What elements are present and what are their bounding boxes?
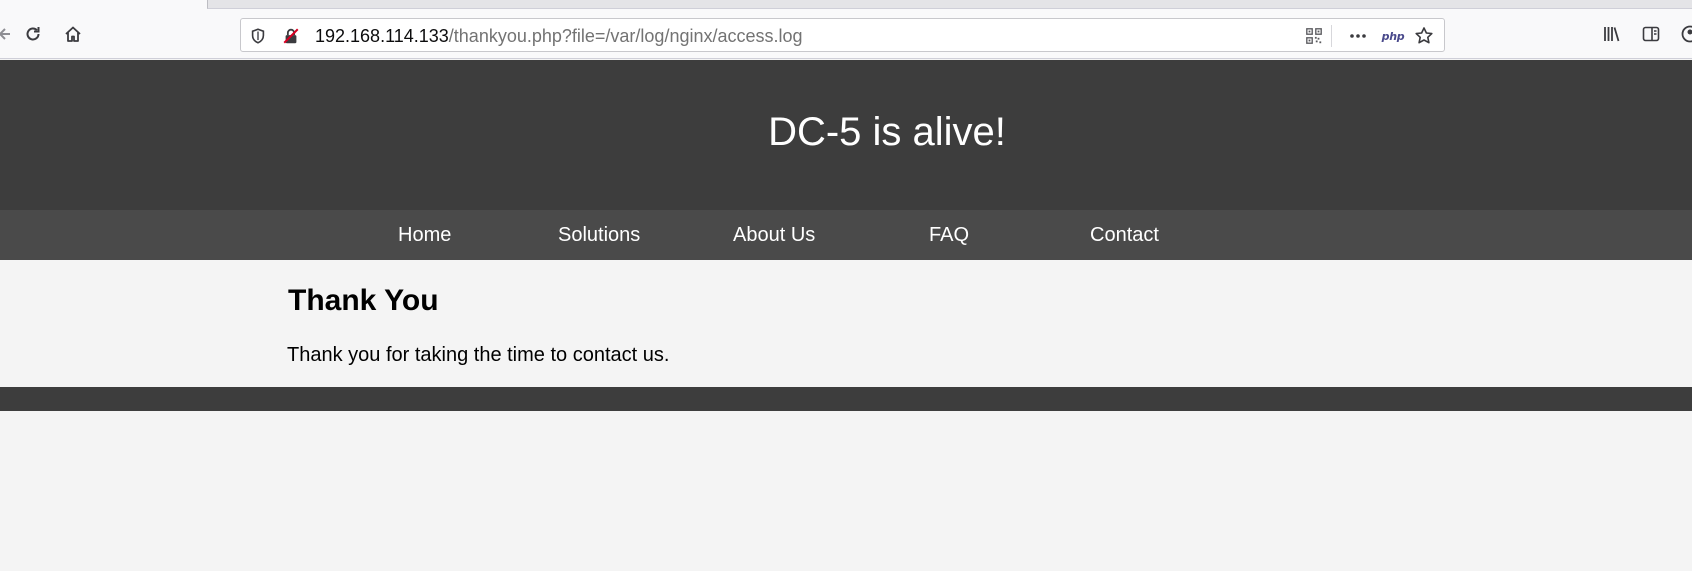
url-path: /thankyou.php?file=/var/log/nginx/access… bbox=[448, 26, 803, 46]
php-extension-icon[interactable]: php bbox=[1381, 26, 1405, 46]
page-heading: Thank You bbox=[288, 284, 439, 317]
qr-code-icon[interactable] bbox=[1304, 26, 1324, 46]
main-content: Thank You Thank you for taking the time … bbox=[0, 260, 1692, 387]
tab-strip bbox=[207, 0, 1692, 9]
php-badge-text: php bbox=[1381, 29, 1405, 43]
url-divider bbox=[1331, 25, 1332, 47]
back-arrow-icon[interactable] bbox=[0, 20, 20, 48]
home-icon[interactable] bbox=[59, 20, 87, 48]
site-navigation: Home Solutions About Us FAQ Contact bbox=[0, 210, 1692, 260]
reload-icon[interactable] bbox=[19, 20, 47, 48]
nav-link-solutions[interactable]: Solutions bbox=[558, 224, 640, 247]
library-icon[interactable] bbox=[1598, 20, 1626, 48]
tracking-protection-shield-icon[interactable] bbox=[248, 26, 268, 46]
site-footer bbox=[0, 387, 1692, 411]
more-actions-icon[interactable] bbox=[1348, 26, 1368, 46]
site-header: DC-5 is alive! bbox=[0, 60, 1692, 210]
nav-link-about-us[interactable]: About Us bbox=[733, 224, 815, 247]
star-icon[interactable] bbox=[1414, 26, 1434, 46]
nav-link-home[interactable]: Home bbox=[398, 224, 451, 247]
insecure-connection-icon[interactable] bbox=[281, 26, 301, 46]
browser-toolbar: 192.168.114.133/thankyou.php?file=/var/l… bbox=[0, 0, 1692, 59]
thank-you-message: Thank you for taking the time to contact… bbox=[287, 344, 670, 366]
url-host: 192.168.114.133 bbox=[315, 26, 449, 46]
address-bar[interactable]: 192.168.114.133/thankyou.php?file=/var/l… bbox=[240, 18, 1445, 52]
url-text[interactable]: 192.168.114.133/thankyou.php?file=/var/l… bbox=[315, 26, 803, 46]
sidebar-icon[interactable] bbox=[1637, 20, 1665, 48]
account-icon[interactable] bbox=[1676, 20, 1692, 48]
nav-link-faq[interactable]: FAQ bbox=[929, 224, 969, 247]
nav-link-contact[interactable]: Contact bbox=[1090, 224, 1159, 247]
site-title: DC-5 is alive! bbox=[768, 110, 1006, 154]
